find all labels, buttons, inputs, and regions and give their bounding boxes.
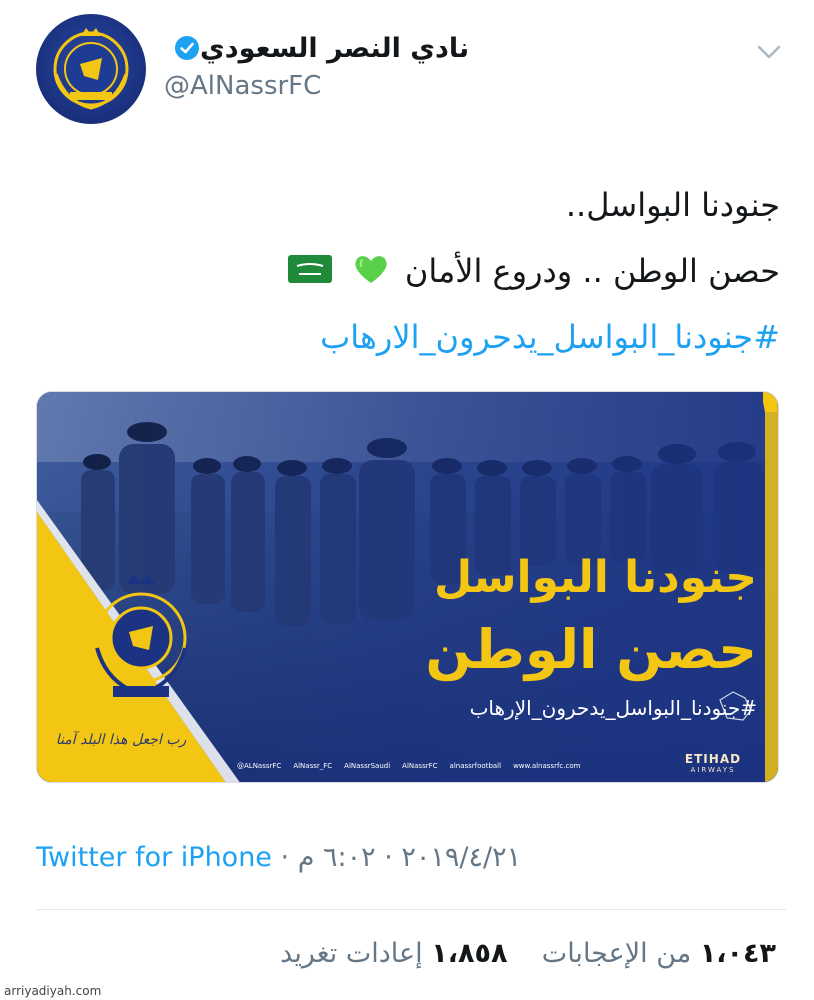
saudi-flag-icon <box>287 254 333 292</box>
likes-label[interactable]: من الإعجابات <box>542 938 691 969</box>
hashtag-link[interactable]: #جنودنا_البواسل_يدحرون_الارهاب <box>180 318 780 356</box>
user-handle[interactable]: @AlNassrFC <box>164 71 321 101</box>
banner-prayer-text: رب اجعل هذا البلد آمنا <box>55 732 187 748</box>
sponsor-logo: ETIHAD AIRWAYS <box>673 752 753 774</box>
al-nassr-logo-icon <box>53 28 129 110</box>
banner-social-item: alnassrfootball <box>449 762 502 770</box>
retweets-label[interactable]: إعادات تغريد <box>280 938 423 969</box>
tweet-time[interactable]: ٦:٠٢ م <box>298 842 376 873</box>
meta-separator: · <box>280 842 290 873</box>
verified-badge-icon <box>174 35 200 61</box>
divider <box>36 909 786 910</box>
display-name[interactable]: نادي النصر السعودي <box>200 33 469 64</box>
tweet-text-line-2-text: حصن الوطن .. ودروع الأمان <box>404 252 780 290</box>
tweet-text-line-2: حصن الوطن .. ودروع الأمان <box>180 252 780 293</box>
tweet-text-line-1: جنودنا البواسل.. <box>565 186 780 224</box>
sponsor-line-1: ETIHAD <box>684 752 742 766</box>
avatar[interactable] <box>36 14 146 124</box>
likes-count[interactable]: ١،٠٤٣ <box>700 938 776 969</box>
tweet-media-image[interactable]: جنودنا البواسل حصن الوطن #جنودنا_البواسل… <box>36 391 779 783</box>
green-heart-icon <box>353 253 389 293</box>
tweet-date[interactable]: ٢٠١٩/٤/٢١ <box>401 842 521 873</box>
banner-social-item: @ALNassrFC <box>237 762 282 770</box>
sponsor-line-2: AIRWAYS <box>690 766 736 774</box>
banner-social-item: AlNassr_FC <box>293 762 333 770</box>
name-row: نادي النصر السعودي <box>164 30 469 66</box>
retweets-count[interactable]: ١،٨٥٨ <box>431 938 507 969</box>
banner-title-1: جنودنا البواسل <box>434 552 757 603</box>
meta-separator: · <box>384 842 393 873</box>
banner-social-strip: @ALNassrFC AlNassr_FC AlNassrSaudi AlNas… <box>237 758 657 774</box>
chevron-down-icon[interactable] <box>756 42 782 62</box>
tweet-source-link[interactable]: Twitter for iPhone <box>36 842 272 873</box>
banner-social-item: AlNassrSaudi <box>344 762 391 770</box>
banner-title-2: حصن الوطن <box>425 618 757 681</box>
banner-social-item: www.alnassrfc.com <box>513 762 581 770</box>
banner-social-item: AlNassrFC <box>402 762 438 770</box>
tweet-meta: Twitter for iPhone · ٢٠١٩/٤/٢١ · ٦:٠٢ م <box>36 842 521 878</box>
tweet-header: نادي النصر السعودي @AlNassrFC <box>0 0 814 140</box>
tweet-stats: ١،٠٤٣ من الإعجابات ١،٨٥٨ إعادات تغريد <box>36 938 776 978</box>
watermark: arriyadiyah.com <box>4 984 102 998</box>
banner-hashtag: #جنودنا_البواسل_يدحرون_الإرهاب <box>469 696 757 720</box>
